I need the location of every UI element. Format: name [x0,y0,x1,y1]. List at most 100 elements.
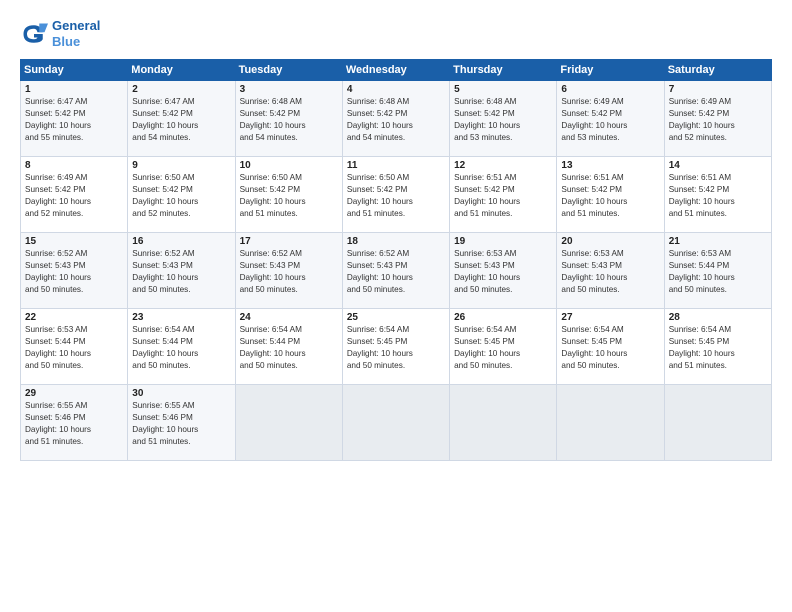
day-cell [342,385,449,461]
col-header-sunday: Sunday [21,60,128,81]
day-number: 25 [347,312,445,323]
day-number: 17 [240,236,338,247]
page: General Blue SundayMondayTuesdayWednesda… [0,0,792,612]
day-number: 12 [454,160,552,171]
day-number: 1 [25,84,123,95]
day-cell: 28Sunrise: 6:54 AM Sunset: 5:45 PM Dayli… [664,309,771,385]
day-number: 8 [25,160,123,171]
day-info: Sunrise: 6:50 AM Sunset: 5:42 PM Dayligh… [132,172,230,220]
day-info: Sunrise: 6:49 AM Sunset: 5:42 PM Dayligh… [561,96,659,144]
day-info: Sunrise: 6:51 AM Sunset: 5:42 PM Dayligh… [454,172,552,220]
day-cell [450,385,557,461]
day-info: Sunrise: 6:54 AM Sunset: 5:45 PM Dayligh… [561,324,659,372]
day-cell: 12Sunrise: 6:51 AM Sunset: 5:42 PM Dayli… [450,157,557,233]
col-header-friday: Friday [557,60,664,81]
logo-text: General Blue [52,18,100,49]
day-number: 13 [561,160,659,171]
day-cell: 7Sunrise: 6:49 AM Sunset: 5:42 PM Daylig… [664,81,771,157]
col-header-monday: Monday [128,60,235,81]
week-row-3: 15Sunrise: 6:52 AM Sunset: 5:43 PM Dayli… [21,233,772,309]
day-cell: 22Sunrise: 6:53 AM Sunset: 5:44 PM Dayli… [21,309,128,385]
day-cell: 3Sunrise: 6:48 AM Sunset: 5:42 PM Daylig… [235,81,342,157]
day-cell: 25Sunrise: 6:54 AM Sunset: 5:45 PM Dayli… [342,309,449,385]
day-cell: 10Sunrise: 6:50 AM Sunset: 5:42 PM Dayli… [235,157,342,233]
week-row-5: 29Sunrise: 6:55 AM Sunset: 5:46 PM Dayli… [21,385,772,461]
day-cell: 17Sunrise: 6:52 AM Sunset: 5:43 PM Dayli… [235,233,342,309]
day-cell: 30Sunrise: 6:55 AM Sunset: 5:46 PM Dayli… [128,385,235,461]
day-info: Sunrise: 6:48 AM Sunset: 5:42 PM Dayligh… [240,96,338,144]
day-cell: 20Sunrise: 6:53 AM Sunset: 5:43 PM Dayli… [557,233,664,309]
day-cell: 5Sunrise: 6:48 AM Sunset: 5:42 PM Daylig… [450,81,557,157]
day-info: Sunrise: 6:49 AM Sunset: 5:42 PM Dayligh… [669,96,767,144]
day-info: Sunrise: 6:52 AM Sunset: 5:43 PM Dayligh… [132,248,230,296]
day-number: 21 [669,236,767,247]
day-info: Sunrise: 6:48 AM Sunset: 5:42 PM Dayligh… [454,96,552,144]
day-info: Sunrise: 6:51 AM Sunset: 5:42 PM Dayligh… [561,172,659,220]
day-info: Sunrise: 6:54 AM Sunset: 5:44 PM Dayligh… [240,324,338,372]
day-info: Sunrise: 6:54 AM Sunset: 5:44 PM Dayligh… [132,324,230,372]
day-number: 7 [669,84,767,95]
col-header-wednesday: Wednesday [342,60,449,81]
day-number: 22 [25,312,123,323]
col-header-thursday: Thursday [450,60,557,81]
day-cell: 14Sunrise: 6:51 AM Sunset: 5:42 PM Dayli… [664,157,771,233]
day-cell: 18Sunrise: 6:52 AM Sunset: 5:43 PM Dayli… [342,233,449,309]
day-number: 4 [347,84,445,95]
calendar-table: SundayMondayTuesdayWednesdayThursdayFrid… [20,59,772,461]
day-cell: 29Sunrise: 6:55 AM Sunset: 5:46 PM Dayli… [21,385,128,461]
day-number: 3 [240,84,338,95]
day-number: 11 [347,160,445,171]
day-number: 27 [561,312,659,323]
logo: General Blue [20,18,100,49]
day-info: Sunrise: 6:52 AM Sunset: 5:43 PM Dayligh… [240,248,338,296]
day-cell: 15Sunrise: 6:52 AM Sunset: 5:43 PM Dayli… [21,233,128,309]
day-number: 5 [454,84,552,95]
day-info: Sunrise: 6:54 AM Sunset: 5:45 PM Dayligh… [669,324,767,372]
day-info: Sunrise: 6:48 AM Sunset: 5:42 PM Dayligh… [347,96,445,144]
day-cell [664,385,771,461]
day-number: 6 [561,84,659,95]
logo-icon [20,20,48,48]
day-number: 9 [132,160,230,171]
day-number: 24 [240,312,338,323]
day-cell: 21Sunrise: 6:53 AM Sunset: 5:44 PM Dayli… [664,233,771,309]
day-number: 16 [132,236,230,247]
day-number: 26 [454,312,552,323]
day-info: Sunrise: 6:50 AM Sunset: 5:42 PM Dayligh… [347,172,445,220]
col-header-tuesday: Tuesday [235,60,342,81]
day-info: Sunrise: 6:52 AM Sunset: 5:43 PM Dayligh… [347,248,445,296]
day-info: Sunrise: 6:50 AM Sunset: 5:42 PM Dayligh… [240,172,338,220]
day-cell: 19Sunrise: 6:53 AM Sunset: 5:43 PM Dayli… [450,233,557,309]
day-number: 30 [132,388,230,399]
day-info: Sunrise: 6:47 AM Sunset: 5:42 PM Dayligh… [132,96,230,144]
day-info: Sunrise: 6:49 AM Sunset: 5:42 PM Dayligh… [25,172,123,220]
day-info: Sunrise: 6:55 AM Sunset: 5:46 PM Dayligh… [25,400,123,448]
day-number: 29 [25,388,123,399]
week-row-2: 8Sunrise: 6:49 AM Sunset: 5:42 PM Daylig… [21,157,772,233]
day-cell: 24Sunrise: 6:54 AM Sunset: 5:44 PM Dayli… [235,309,342,385]
day-info: Sunrise: 6:52 AM Sunset: 5:43 PM Dayligh… [25,248,123,296]
day-cell [557,385,664,461]
day-cell: 2Sunrise: 6:47 AM Sunset: 5:42 PM Daylig… [128,81,235,157]
day-cell: 13Sunrise: 6:51 AM Sunset: 5:42 PM Dayli… [557,157,664,233]
day-cell: 26Sunrise: 6:54 AM Sunset: 5:45 PM Dayli… [450,309,557,385]
day-info: Sunrise: 6:55 AM Sunset: 5:46 PM Dayligh… [132,400,230,448]
day-number: 15 [25,236,123,247]
day-cell: 9Sunrise: 6:50 AM Sunset: 5:42 PM Daylig… [128,157,235,233]
day-number: 23 [132,312,230,323]
day-cell: 8Sunrise: 6:49 AM Sunset: 5:42 PM Daylig… [21,157,128,233]
day-info: Sunrise: 6:47 AM Sunset: 5:42 PM Dayligh… [25,96,123,144]
day-cell: 1Sunrise: 6:47 AM Sunset: 5:42 PM Daylig… [21,81,128,157]
header-row: SundayMondayTuesdayWednesdayThursdayFrid… [21,60,772,81]
day-info: Sunrise: 6:54 AM Sunset: 5:45 PM Dayligh… [347,324,445,372]
day-number: 20 [561,236,659,247]
day-number: 19 [454,236,552,247]
col-header-saturday: Saturday [664,60,771,81]
header: General Blue [20,18,772,49]
day-cell: 27Sunrise: 6:54 AM Sunset: 5:45 PM Dayli… [557,309,664,385]
day-number: 10 [240,160,338,171]
day-info: Sunrise: 6:53 AM Sunset: 5:44 PM Dayligh… [669,248,767,296]
day-cell: 11Sunrise: 6:50 AM Sunset: 5:42 PM Dayli… [342,157,449,233]
day-cell: 4Sunrise: 6:48 AM Sunset: 5:42 PM Daylig… [342,81,449,157]
week-row-1: 1Sunrise: 6:47 AM Sunset: 5:42 PM Daylig… [21,81,772,157]
